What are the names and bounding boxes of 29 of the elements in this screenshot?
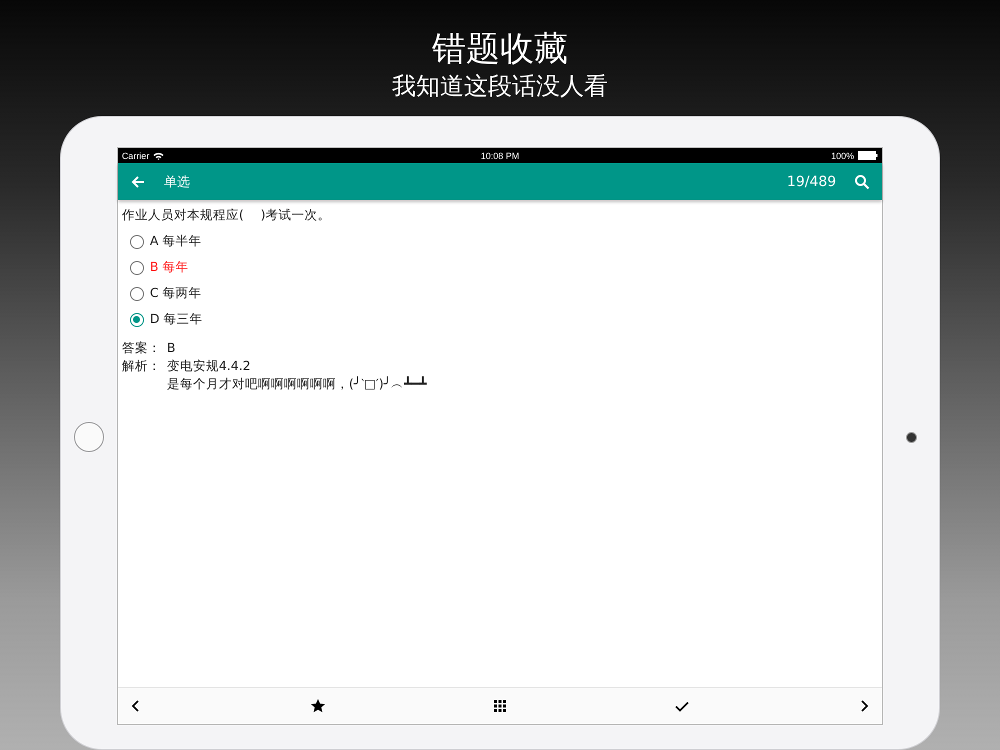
clock: 10:08 PM bbox=[480, 150, 520, 161]
answer-label: 答案： bbox=[122, 339, 162, 358]
headline-subtitle: 我知道这段话没人看 bbox=[392, 71, 608, 102]
grid-icon[interactable] bbox=[492, 698, 508, 714]
option-label[interactable]: A 每半年 bbox=[150, 233, 202, 250]
question-counter: 19/489 bbox=[786, 174, 836, 190]
radio-button[interactable] bbox=[130, 234, 144, 249]
home-button[interactable] bbox=[74, 422, 104, 452]
analysis-text: 是每个月才对吧啊啊啊啊啊啊，(╯‵□′)╯︵┻━┻ bbox=[166, 375, 427, 394]
carrier-label: Carrier bbox=[122, 150, 150, 161]
screen-title: 单选 bbox=[164, 174, 191, 191]
wifi-icon bbox=[153, 152, 164, 160]
option-label[interactable]: C 每两年 bbox=[150, 285, 202, 302]
radio-button[interactable] bbox=[130, 286, 144, 301]
option-label[interactable]: B 每年 bbox=[150, 259, 188, 276]
question-text: 作业人员对本规程应( )考试一次。 bbox=[122, 206, 332, 224]
answer-value: B bbox=[166, 339, 176, 358]
battery-level: 100% bbox=[831, 150, 854, 161]
battery-icon bbox=[858, 151, 878, 160]
analysis-label: 解析： bbox=[122, 357, 162, 376]
option-label[interactable]: D 每三年 bbox=[150, 311, 202, 328]
search-icon[interactable] bbox=[854, 174, 870, 190]
radio-button[interactable] bbox=[130, 312, 144, 327]
headline-title: 错题收藏 bbox=[432, 28, 568, 70]
camera-dot bbox=[906, 432, 917, 443]
radio-button[interactable] bbox=[130, 260, 144, 275]
star-icon[interactable] bbox=[310, 698, 326, 714]
analysis-text: 变电安规4.4.2 bbox=[166, 357, 252, 376]
back-arrow-icon[interactable] bbox=[130, 174, 146, 190]
